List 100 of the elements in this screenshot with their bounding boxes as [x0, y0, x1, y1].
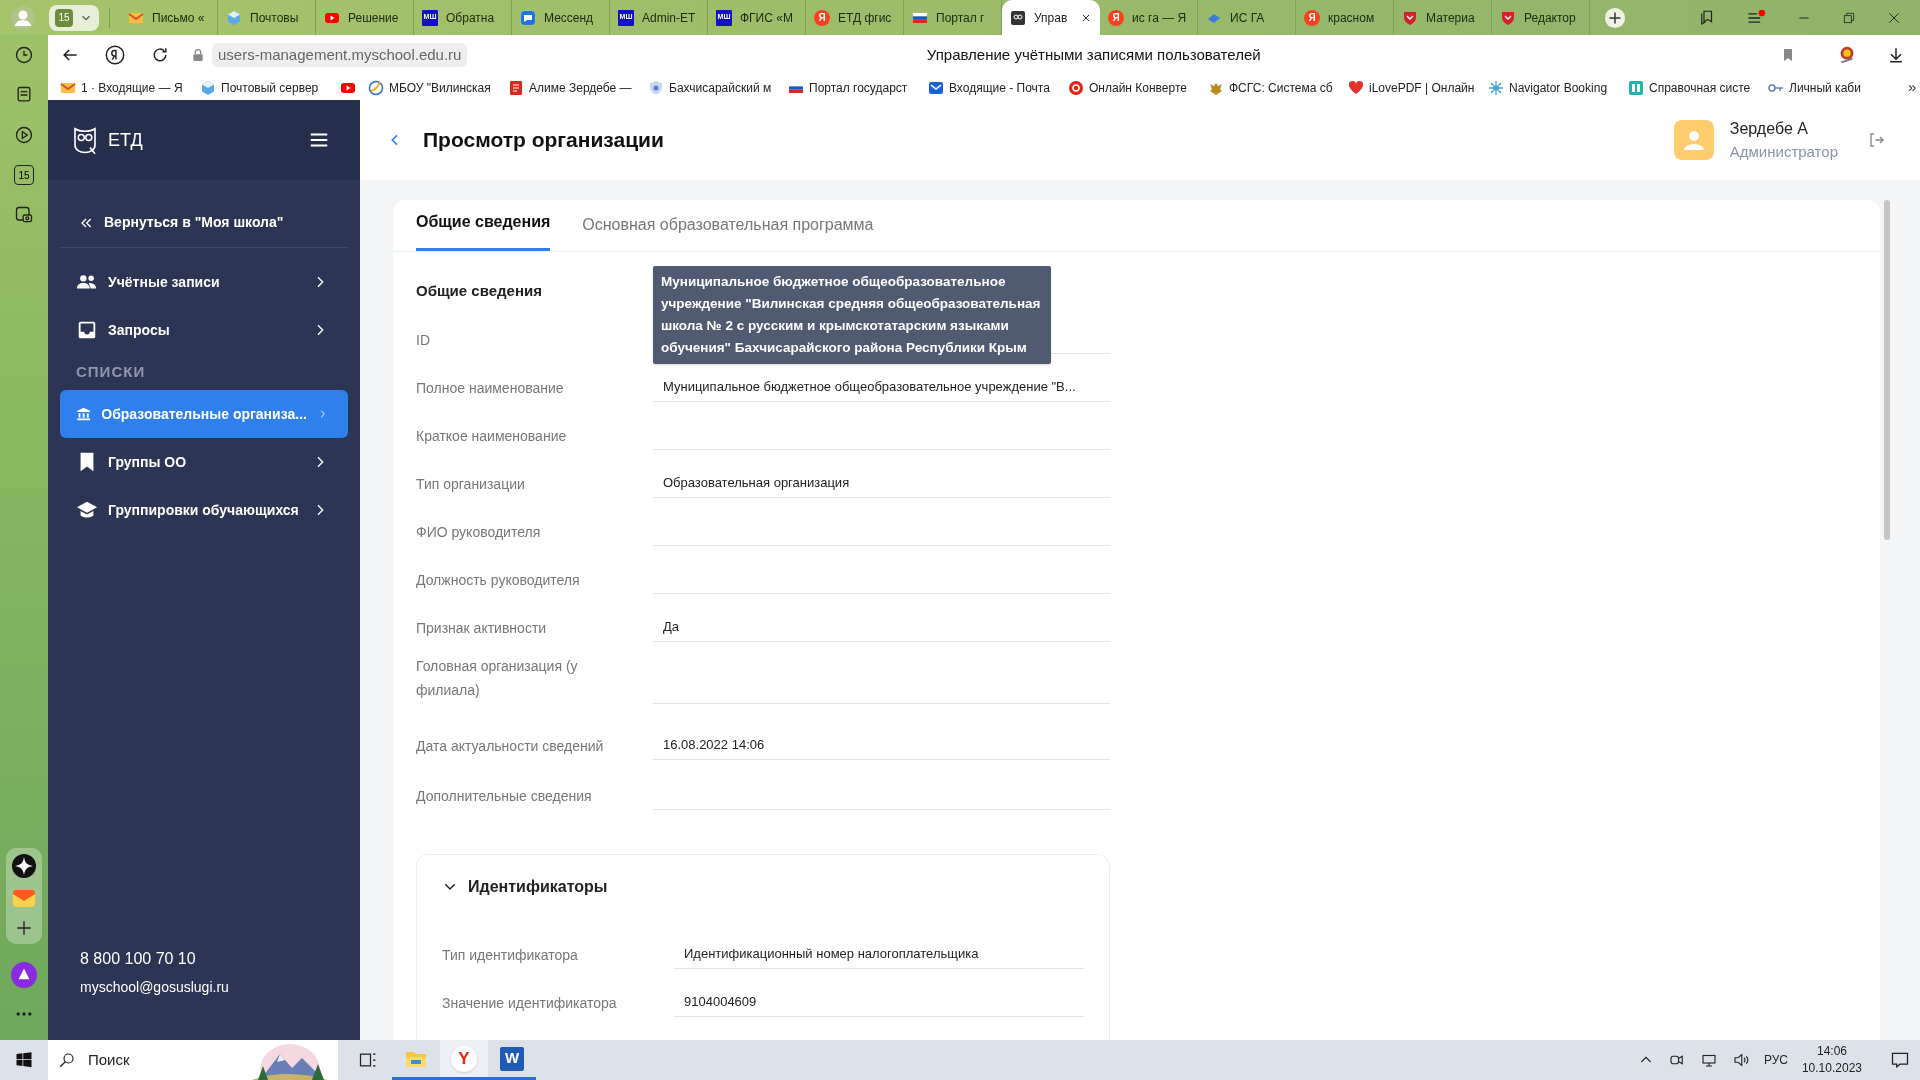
search-icon [58, 1051, 76, 1069]
nav-item[interactable]: Группировки обучающихся [60, 486, 348, 534]
globe-icon [368, 79, 384, 96]
field-label: Тип организации [416, 475, 526, 494]
field-label: Краткое наименование [416, 427, 568, 446]
yandex-logo: Я [1108, 9, 1124, 26]
field-label: Полное наименование [416, 379, 565, 398]
field-value: Муниципальное бюджетное общеобразовательное учреждение "В... [653, 372, 1110, 402]
bookmark[interactable]: Портал государст [788, 78, 928, 97]
clock-time[interactable]: 14:06 [1816, 1043, 1847, 1060]
bookmark[interactable]: Входящие - Почта [928, 78, 1068, 97]
bookmark[interactable]: Алиме Зердебе — [508, 78, 648, 97]
word-logo: W [500, 1046, 524, 1071]
field-label: Дополнительные сведения [416, 787, 593, 806]
avatar-icon [1673, 120, 1714, 160]
heart-icon [1348, 79, 1364, 96]
chat-icon [520, 9, 536, 26]
nav-item[interactable]: Запросы [60, 306, 348, 354]
bookmark[interactable]: ФСГС: Система сб [1208, 78, 1348, 97]
field-value: 9104004609 [674, 987, 1084, 1017]
page-tab[interactable]: Основная образовательная программа [582, 213, 874, 251]
clock-icon[interactable] [14, 45, 34, 65]
plus-icon[interactable] [14, 918, 34, 938]
yandex-logo: Я [1304, 9, 1320, 26]
windows-start-icon[interactable] [15, 1051, 33, 1069]
field-label: Значение идентификатора [442, 994, 618, 1013]
bookmark[interactable]: Бахчисарайский м [648, 78, 788, 97]
bookmark[interactable]: iLovePDF | Онлайн [1348, 78, 1488, 97]
page-heading: Просмотр организации [423, 127, 664, 154]
screenshot-icon[interactable] [14, 205, 34, 225]
email-address: myschool@gosuslugi.ru [80, 978, 230, 997]
field-label: ФИО руководителя [416, 523, 542, 542]
field-label: Признак активности [416, 619, 548, 638]
document-icon [508, 79, 524, 96]
section-heading: СПИСКИ [75, 361, 147, 382]
field-label: Тип идентификатора [442, 946, 579, 965]
nav-item[interactable]: Учётные записи [60, 258, 348, 306]
browser-logo: Y [451, 1045, 477, 1072]
field-label: Должность руководителя [416, 571, 581, 590]
tab-counter-button[interactable]: 15 [49, 4, 99, 31]
shield-icon [1402, 9, 1418, 26]
bookmark[interactable]: Личный каби [1768, 78, 1908, 97]
flag-icon [912, 9, 928, 26]
bookmark[interactable]: 1 · Входящие — Я [60, 78, 200, 97]
cube-icon [200, 79, 216, 96]
page-title: Управление учётными записями пользователей [925, 44, 1262, 65]
section-title: Общие сведения [416, 281, 542, 301]
bookmark[interactable]: Почтовый сервер [200, 78, 340, 97]
shield-icon [648, 79, 664, 96]
cube-icon [226, 9, 242, 26]
field-value: Да [653, 612, 1110, 642]
field-label: Головная организация (у филиала) [416, 657, 579, 700]
field-value: 16.08.2022 14:06 [653, 730, 1110, 760]
clock-date[interactable]: 10.10.2023 [1801, 1060, 1862, 1077]
lock-icon [190, 47, 206, 63]
notifications-icon[interactable] [1890, 1050, 1910, 1070]
inbox-icon [76, 319, 98, 341]
restore-icon[interactable] [1842, 10, 1856, 25]
bookmark[interactable]: МБОУ "Вилинская [368, 78, 508, 97]
nav-item[interactable]: Группы ОО [60, 438, 348, 486]
scrollbar-thumb[interactable] [1884, 200, 1890, 540]
book-icon [1628, 79, 1644, 96]
assistant-icon[interactable] [11, 962, 37, 988]
yandex-logo: Я [814, 9, 830, 26]
new-tab-icon[interactable] [1604, 6, 1626, 29]
bookmark[interactable]: Справочная систе [1628, 78, 1768, 97]
browser-tab[interactable]: Управ [1002, 0, 1100, 35]
envelope-icon [928, 79, 944, 96]
logout-icon[interactable] [1868, 131, 1886, 149]
sparkle-icon[interactable] [12, 854, 36, 878]
field-label: ID [416, 331, 431, 350]
calendar-button[interactable]: 15 [14, 165, 34, 185]
user-name: Зердебе А [1729, 118, 1809, 139]
field-value: Идентификационный номер налогоплательщика [674, 939, 1084, 969]
field-value: Образовательная организация [653, 468, 1110, 498]
sparkle-icon [1488, 79, 1504, 96]
taskbar-app[interactable]: W [488, 1040, 536, 1080]
field-label: Дата актуальности сведений [416, 737, 605, 756]
search-box[interactable]: Поиск [48, 1040, 338, 1080]
owl-icon [1010, 9, 1026, 26]
more-bookmarks-button[interactable]: » [1908, 76, 1917, 99]
taskbar-app[interactable]: Y [440, 1040, 488, 1080]
volume-icon[interactable] [1731, 1051, 1750, 1069]
bookmark[interactable]: Navigator Booking [1488, 78, 1628, 97]
flag-icon [788, 79, 804, 96]
panel-title: Идентификаторы [468, 877, 608, 897]
search-field[interactable]: Поиск [88, 1048, 240, 1072]
refresh-icon [1068, 79, 1084, 96]
bookmark[interactable]: Онлайн Конверте [1068, 78, 1208, 97]
phone-number: 8 800 100 70 10 [80, 949, 197, 969]
tooltip: Муниципальное бюджетное общеобразовательное учреждение "Вилинская средняя общеобразовательная школа № 2 с русским и крымскотатарским языками обучения" Бахчисарайского района Республики Крым [653, 266, 1051, 364]
shield-icon [1500, 9, 1516, 26]
page-tab[interactable]: Общие сведения [416, 210, 551, 251]
logo-text: ЕТД [108, 128, 143, 152]
language-indicator[interactable]: РУС [1763, 1051, 1788, 1069]
nav-item[interactable]: Образовательные организа... [60, 390, 348, 438]
play-icon[interactable] [14, 125, 34, 145]
yandex-icon[interactable] [104, 44, 126, 66]
back-link[interactable]: Вернуться в "Моя школа" [60, 198, 348, 248]
url-field[interactable]: users-management.myschool.edu.ru [212, 42, 468, 68]
